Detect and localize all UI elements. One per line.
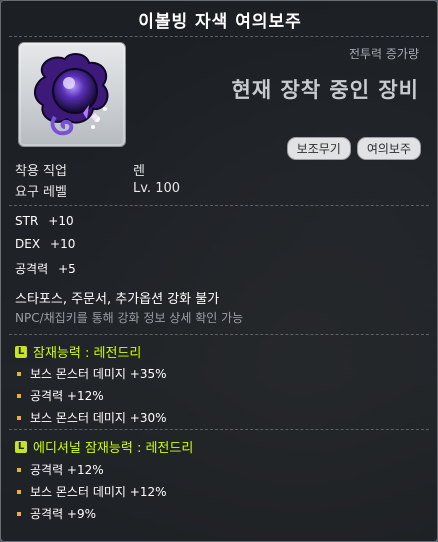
additional-potential-line: 공격력 +12% — [17, 461, 104, 478]
item-name: 이볼빙 자색 여의보주 — [138, 12, 302, 32]
header-divider — [9, 36, 429, 38]
bullet-icon — [17, 415, 21, 420]
level-value: Lv. 100 — [133, 181, 181, 196]
stat-value: +5 — [58, 262, 76, 276]
potential-line: 보스 몬스터 데미지 +35% — [17, 365, 167, 382]
potential-line-text: 보스 몬스터 데미지 +35% — [30, 367, 167, 381]
potential-line-text: 보스 몬스터 데미지 +30% — [30, 411, 167, 425]
enhance-notice: 스타포스, 주문서, 추가옵션 강화 불가 — [15, 292, 220, 307]
npc-notice: NPC/채집키를 통해 강화 정보 상세 확인 가능 — [15, 311, 244, 325]
section-divider — [9, 334, 429, 336]
equip-status: 현재 장착 중인 장비 — [231, 78, 419, 102]
item-tooltip: 이볼빙 자색 여의보주 전투력 증가량 현재 장착 중인 장비 보조무기 여의보… — [0, 0, 438, 542]
stat-name: 공격력 — [15, 262, 49, 276]
tag-weapon-type: 보조무기 — [286, 137, 351, 160]
level-label: 요구 레벨 — [15, 185, 67, 200]
bullet-icon — [17, 467, 21, 472]
additional-potential-line: 공격력 +9% — [17, 505, 96, 522]
item-icon-frame — [18, 42, 126, 147]
job-row: 착용 직업 렌 — [15, 160, 145, 179]
legendary-grade-icon: L — [15, 345, 27, 358]
bullet-icon — [17, 371, 21, 376]
stat-str: STR +10 — [15, 214, 74, 228]
tag-item-class: 여의보주 — [356, 137, 421, 160]
stat-attack: 공격력 +5 — [15, 260, 76, 277]
potential-line-text: 공격력 +12% — [30, 389, 104, 403]
bullet-icon — [17, 511, 21, 516]
bullet-icon — [17, 489, 21, 494]
potential-line-text: 공격력 +12% — [30, 463, 104, 477]
item-tags: 보조무기 여의보주 — [286, 137, 421, 160]
additional-potential-title: 에디셔널 잠재능력 : 레전드리 — [33, 441, 194, 456]
stat-value: +10 — [50, 237, 76, 251]
potential-line-text: 공격력 +9% — [30, 507, 97, 521]
stat-name: STR — [15, 214, 39, 228]
section-divider — [9, 205, 429, 207]
legendary-grade-icon: L — [15, 440, 27, 453]
combat-power-label: 전투력 증가량 — [348, 47, 419, 61]
section-divider — [9, 429, 429, 431]
additional-potential-header: L 에디셔널 잠재능력 : 레전드리 — [15, 437, 193, 456]
potential-header: L 잠재능력 : 레전드리 — [15, 342, 141, 361]
bullet-icon — [17, 393, 21, 398]
level-row: 요구 레벨 Lv. 100 — [15, 181, 180, 200]
stat-name: DEX — [15, 237, 41, 251]
potential-title: 잠재능력 : 레전드리 — [33, 346, 142, 361]
potential-line: 공격력 +12% — [17, 387, 104, 404]
potential-line-text: 보스 몬스터 데미지 +12% — [30, 485, 167, 499]
potential-line: 보스 몬스터 데미지 +30% — [17, 409, 167, 426]
stat-dex: DEX +10 — [15, 237, 75, 251]
additional-potential-line: 보스 몬스터 데미지 +12% — [17, 483, 167, 500]
purple-orb-icon — [34, 53, 109, 136]
job-label: 착용 직업 — [15, 164, 67, 179]
stat-value: +10 — [48, 214, 74, 228]
job-value: 렌 — [133, 164, 145, 179]
